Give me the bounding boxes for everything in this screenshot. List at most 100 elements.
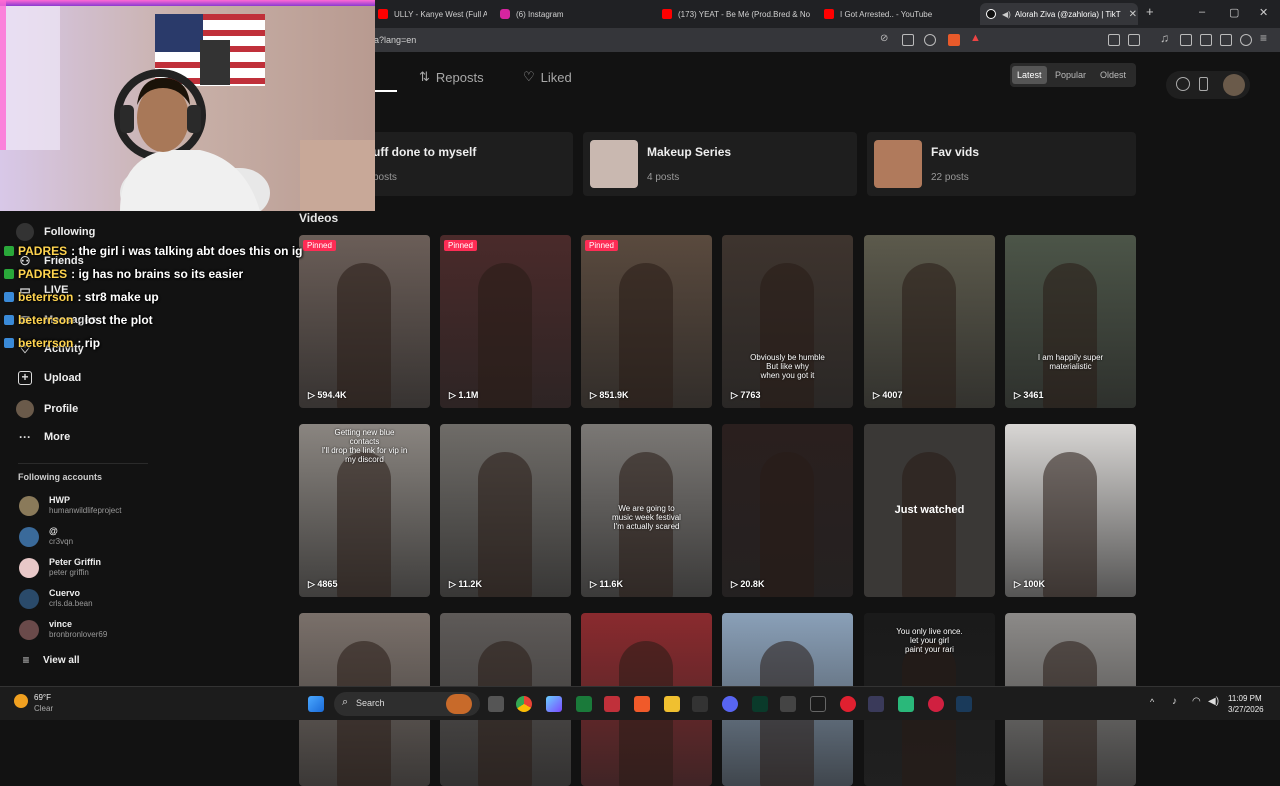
browser-tab[interactable]: ULLY - Kanye West (Full Album [372,3,487,25]
music-icon[interactable]: ♫ [1160,31,1172,45]
device-icon[interactable] [1199,77,1208,91]
new-tab-button[interactable]: + [1146,4,1154,19]
tab-liked[interactable]: ♡ Liked [523,69,572,85]
video-thumbnail[interactable]: I am happily super materialistic ▷ 3461 [1005,235,1136,408]
windows-start-icon[interactable] [308,696,324,712]
collection-title: Fav vids [931,145,980,159]
view-count: 4007 [882,390,903,400]
browser-tab[interactable]: I Got Arrested.. - YouTube [818,3,973,25]
chat-message: PADRES: ig has no brains so its easier [4,267,243,281]
app-icon[interactable] [810,696,826,712]
brave-shield-icon[interactable] [948,34,960,46]
chevron-up-icon[interactable]: ^ [1150,697,1154,707]
following-account[interactable]: Peter Griffin peter griffin [19,557,101,578]
weather-temp[interactable]: 69°F [34,693,51,702]
wifi-icon[interactable]: ◠ [1192,696,1201,707]
sidebar-item-more[interactable]: ··· More [16,430,70,444]
following-account[interactable]: vince bronbronlover69 [19,619,107,640]
app-icon[interactable] [928,696,944,712]
screenshot-icon[interactable] [1128,34,1140,46]
browser-tab-active[interactable]: ◀) Alorah Ziva (@zahloria) | TikT ✕ [980,3,1138,25]
following-account[interactable]: HWP humanwildlifeproject [19,495,121,516]
microphone-icon[interactable]: ♪ [1172,696,1177,707]
avatar[interactable] [1223,74,1245,96]
video-caption: I am happily super materialistic [1037,353,1104,371]
sidebar-icon[interactable] [1180,34,1192,46]
account-handle: peter griffin [49,568,89,577]
download-icon[interactable] [1220,34,1232,46]
file-explorer-icon[interactable] [664,696,680,712]
close-tab-icon[interactable]: ✕ [1121,9,1138,20]
vpn-icon[interactable] [1240,34,1252,46]
chat-username: PADRES [18,267,68,281]
video-image [478,263,532,408]
no-camera-icon[interactable]: ⊘ [880,33,892,45]
maximize-button[interactable]: ▢ [1229,6,1239,19]
video-thumbnail[interactable]: We are going to music week festival I'm … [581,424,712,597]
video-thumbnail[interactable]: ▷ 11.2K [440,424,571,597]
active-tab-underline [375,90,397,92]
sidebar-item-upload[interactable]: + Upload [16,371,81,385]
close-window-button[interactable]: ✕ [1259,6,1268,19]
view-all-link[interactable]: ≡ View all [19,653,79,667]
video-thumbnail[interactable]: Getting new blue contacts I'll drop the … [299,424,430,597]
url-field[interactable]: ia?lang=en [372,35,416,45]
collection-count: 4 posts [647,172,680,183]
app-icon[interactable] [898,696,914,712]
video-thumbnail[interactable]: ▷ 100K [1005,424,1136,597]
coin-icon[interactable] [1176,77,1190,91]
view-count: 3461 [1023,390,1044,400]
brave-icon[interactable] [634,696,650,712]
video-thumbnail[interactable]: ▷ 4007 [864,235,995,408]
steam-icon[interactable] [956,696,972,712]
cast-icon[interactable] [902,34,914,46]
wallet-icon[interactable] [1200,34,1212,46]
collection-card[interactable]: Makeup Series 4 posts [583,132,857,196]
opera-icon[interactable] [840,696,856,712]
collection-card[interactable]: Fav vids 22 posts [867,132,1136,196]
minimize-button[interactable]: – [1199,6,1205,18]
video-image [760,452,814,597]
sort-popular[interactable]: Popular [1050,66,1091,84]
video-image [337,452,391,597]
app-icon[interactable] [752,696,768,712]
browser-tab[interactable]: (6) Instagram [494,3,649,25]
xbox-icon[interactable] [576,696,592,712]
video-thumbnail[interactable]: Just watched [864,424,995,597]
chrome-icon[interactable] [516,696,532,712]
sort-latest[interactable]: Latest [1012,66,1047,84]
video-caption: Getting new blue contacts I'll drop the … [321,428,408,464]
videos-heading: Videos [299,211,339,225]
obs-icon[interactable] [868,696,884,712]
clock-time[interactable]: 11:09 PM [1228,694,1262,703]
following-account[interactable]: Cuervo crls.da.bean [19,588,93,609]
app-icon[interactable] [692,696,708,712]
video-thumbnail[interactable]: ▷ 20.8K [722,424,853,597]
view-count-row: ▷ 851.9K [590,390,628,401]
volume-icon[interactable]: ◀) [1208,696,1219,707]
search-box[interactable]: ⌕ Search [334,692,480,716]
chat-badge-icon [4,269,14,279]
tab-title: I Got Arrested.. - YouTube [840,9,933,19]
sidebar-item-profile[interactable]: Profile [16,400,78,418]
clock-date[interactable]: 3/27/2026 [1228,705,1264,714]
extensions-icon[interactable] [1108,34,1120,46]
browser-tab[interactable]: (173) YEAT - Be Mé (Prod.Bred & No [656,3,811,25]
view-count-row: ▷ 11.2K [449,579,482,590]
app-icon[interactable] [780,696,796,712]
sort-oldest[interactable]: Oldest [1095,66,1131,84]
share-icon[interactable] [924,34,936,46]
menu-icon[interactable]: ≡ [1260,31,1272,45]
brave-rewards-icon[interactable]: ▲ [970,32,982,44]
task-view-icon[interactable] [488,696,504,712]
sidebar-item-following[interactable]: Following [16,223,95,241]
app-icon[interactable] [604,696,620,712]
video-thumbnail[interactable]: Pinned ▷ 1.1M [440,235,571,408]
video-thumbnail[interactable]: Pinned ▷ 851.9K [581,235,712,408]
discord-icon[interactable] [722,696,738,712]
tab-reposts[interactable]: ⇅ Reposts [419,69,484,85]
copilot-icon[interactable] [546,696,562,712]
list-icon: ≡ [22,653,30,667]
video-thumbnail[interactable]: Obviously be humble But like why when yo… [722,235,853,408]
following-account[interactable]: @ cr3vqn [19,526,73,547]
